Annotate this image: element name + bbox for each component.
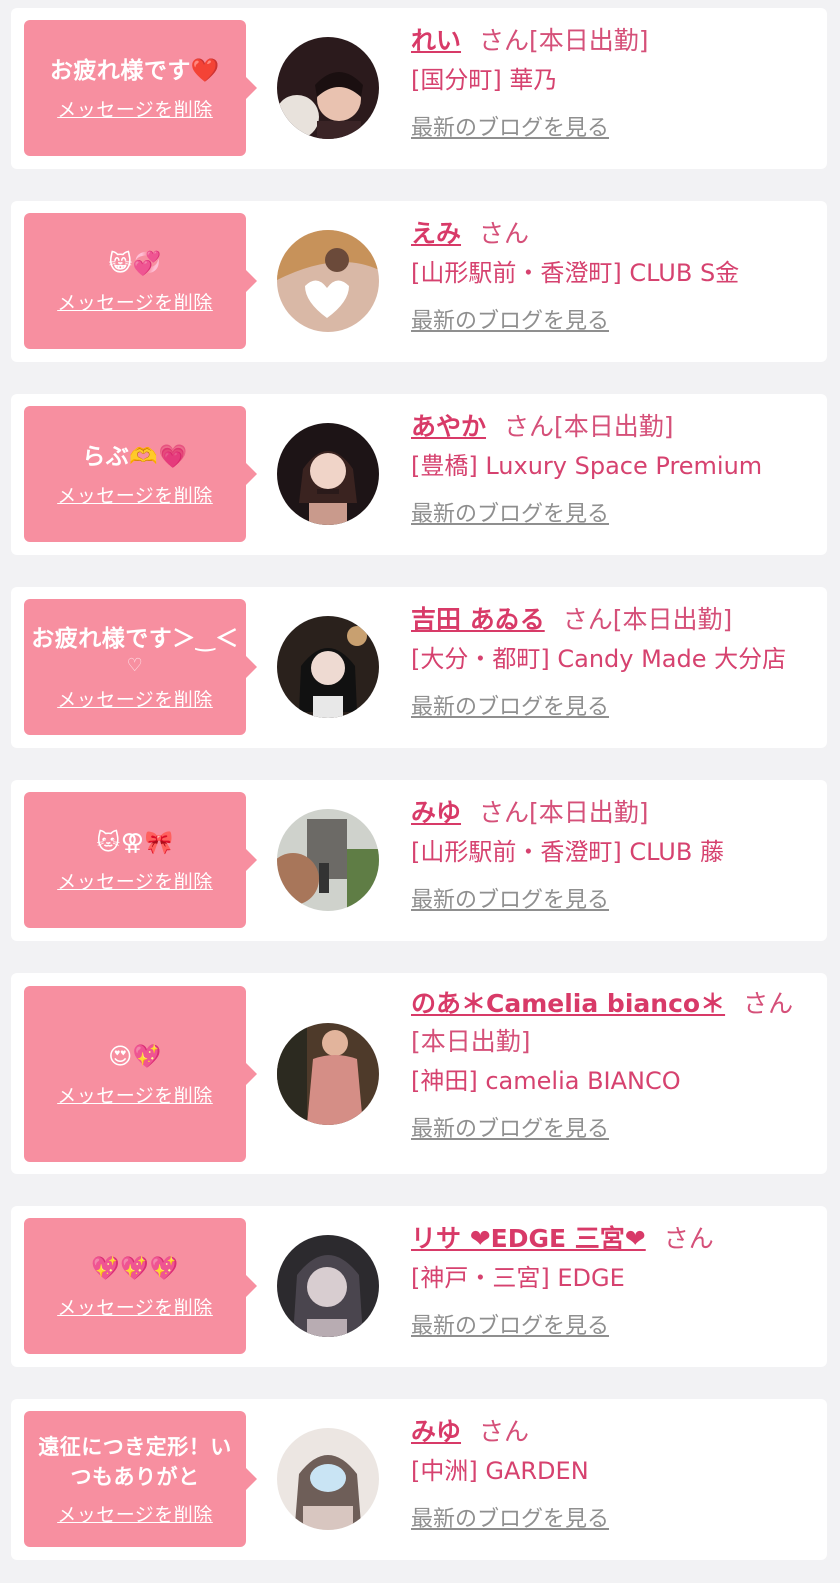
avatar-photo	[277, 1023, 379, 1125]
cast-name-link[interactable]: あやか	[411, 412, 486, 441]
message-card: お疲れ様です＞‿＜ ♡ メッセージを削除 吉田 あゐる さん[本日出勤] [大分・…	[11, 587, 827, 748]
shop-label: [国分町] 華乃	[411, 66, 558, 94]
shop-label: [山形駅前・香澄町] CLUB 藤	[411, 838, 724, 866]
avatar[interactable]	[277, 1023, 379, 1125]
message-text: 🐱⚢🎀	[96, 829, 174, 856]
message-card: 遠征につき定形！いつもありがと メッセージを削除 みゆ さん [中洲] GARDE…	[11, 1399, 827, 1560]
delete-message-link[interactable]: メッセージを削除	[57, 288, 213, 315]
cast-info: みゆ さん [中洲] GARDEN 最新のブログを見る	[411, 1413, 817, 1533]
message-list: お疲れ様です❤️ メッセージを削除 れい さん[本日出勤] [国分町] 華乃 最新…	[0, 0, 840, 1583]
message-card: お疲れ様です❤️ メッセージを削除 れい さん[本日出勤] [国分町] 華乃 最新…	[11, 8, 827, 169]
message-card: らぶ🫶💗 メッセージを削除 あやか さん[本日出勤] [豊橋] Luxury Sp…	[11, 394, 827, 555]
honorific: さん	[479, 1417, 530, 1446]
blog-link[interactable]: 最新のブログを見る	[411, 1111, 609, 1143]
avatar[interactable]	[277, 616, 379, 718]
message-bubble: お疲れ様です❤️ メッセージを削除	[24, 20, 257, 156]
cast-info: れい さん[本日出勤] [国分町] 華乃 最新のブログを見る	[411, 22, 817, 142]
avatar[interactable]	[277, 37, 379, 139]
cast-name-link[interactable]: みゆ	[411, 798, 461, 827]
message-bubble: 🐱⚢🎀 メッセージを削除	[24, 792, 257, 928]
message-card: 😍💖 メッセージを削除 のあ＊Camelia bianco＊ さん [本日出勤] …	[11, 973, 827, 1174]
shop-label: [神田] camelia BIANCO	[411, 1067, 681, 1095]
message-bubble: 😍💖 メッセージを削除	[24, 986, 257, 1162]
honorific: さん	[663, 1224, 714, 1253]
shop-label: [山形駅前・香澄町] CLUB S金	[411, 259, 740, 287]
shop-label: [豊橋] Luxury Space Premium	[411, 452, 763, 480]
honorific: さん	[479, 798, 530, 827]
honorific: さん	[562, 605, 613, 634]
message-text: 😸💞	[108, 250, 162, 277]
message-card: 💖💖💖 メッセージを削除 リサ ❤EDGE 三宮❤ さん [神戸・三宮] EDGE…	[11, 1206, 827, 1367]
delete-message-link[interactable]: メッセージを削除	[57, 95, 213, 122]
blog-link[interactable]: 最新のブログを見る	[411, 496, 609, 528]
cast-name-link[interactable]: のあ＊Camelia bianco＊	[411, 989, 725, 1018]
cast-info: えみ さん [山形駅前・香澄町] CLUB S金 最新のブログを見る	[411, 215, 817, 335]
message-bubble: 😸💞 メッセージを削除	[24, 213, 257, 349]
message-bubble: お疲れ様です＞‿＜ ♡ メッセージを削除	[24, 599, 257, 735]
cast-info: 吉田 あゐる さん[本日出勤] [大分・都町] Candy Made 大分店 最新…	[411, 601, 817, 721]
message-bubble: 💖💖💖 メッセージを削除	[24, 1218, 257, 1354]
cast-name-link[interactable]: 吉田 あゐる	[411, 605, 545, 634]
honorific: さん	[479, 26, 530, 55]
cast-name-link[interactable]: れい	[411, 26, 461, 55]
blog-link[interactable]: 最新のブログを見る	[411, 689, 609, 721]
blog-link[interactable]: 最新のブログを見る	[411, 882, 609, 914]
avatar-photo	[277, 37, 379, 139]
avatar-photo	[277, 1428, 379, 1530]
cast-name-link[interactable]: えみ	[411, 219, 461, 248]
cast-name-link[interactable]: リサ ❤EDGE 三宮❤	[411, 1224, 646, 1253]
message-text: 遠征につき定形！いつもありがと	[38, 1434, 232, 1489]
delete-message-link[interactable]: メッセージを削除	[57, 1293, 213, 1320]
cast-info: リサ ❤EDGE 三宮❤ さん [神戸・三宮] EDGE 最新のブログを見る	[411, 1220, 817, 1340]
avatar-photo	[277, 616, 379, 718]
cast-info: のあ＊Camelia bianco＊ さん [本日出勤] [神田] camelia…	[411, 985, 817, 1143]
shop-label: [中洲] GARDEN	[411, 1457, 589, 1485]
delete-message-link[interactable]: メッセージを削除	[57, 867, 213, 894]
message-card: 😸💞 メッセージを削除 えみ さん [山形駅前・香澄町] CLUB S金 最新のブ…	[11, 201, 827, 362]
avatar[interactable]	[277, 1428, 379, 1530]
message-text: お疲れ様です❤️	[49, 57, 221, 84]
message-text-sub: ♡	[126, 654, 144, 676]
cast-info: あやか さん[本日出勤] [豊橋] Luxury Space Premium 最新…	[411, 408, 817, 528]
shop-label: [大分・都町] Candy Made 大分店	[411, 645, 787, 673]
avatar[interactable]	[277, 423, 379, 525]
avatar[interactable]	[277, 1235, 379, 1337]
status-badge: [本日出勤]	[554, 412, 674, 441]
avatar[interactable]	[277, 230, 379, 332]
cast-name-link[interactable]: みゆ	[411, 1417, 461, 1446]
message-card: 🐱⚢🎀 メッセージを削除 みゆ さん[本日出勤] [山形駅前・香澄町] CLUB …	[11, 780, 827, 941]
message-bubble: 遠征につき定形！いつもありがと メッセージを削除	[24, 1411, 257, 1547]
message-text: らぶ🫶💗	[82, 443, 188, 470]
delete-message-link[interactable]: メッセージを削除	[57, 1500, 213, 1527]
message-text: 💖💖💖	[91, 1255, 179, 1282]
avatar-photo	[277, 230, 379, 332]
honorific: さん	[479, 219, 530, 248]
message-bubble: らぶ🫶💗 メッセージを削除	[24, 406, 257, 542]
shop-label: [神戸・三宮] EDGE	[411, 1264, 625, 1292]
delete-message-link[interactable]: メッセージを削除	[57, 481, 213, 508]
blog-link[interactable]: 最新のブログを見る	[411, 1308, 609, 1340]
honorific: さん	[743, 989, 794, 1018]
status-badge: [本日出勤]	[411, 1027, 531, 1056]
blog-link[interactable]: 最新のブログを見る	[411, 1501, 609, 1533]
delete-message-link[interactable]: メッセージを削除	[57, 1081, 213, 1108]
avatar[interactable]	[277, 809, 379, 911]
honorific: さん	[504, 412, 555, 441]
avatar-photo	[277, 809, 379, 911]
avatar-photo	[277, 423, 379, 525]
status-badge: [本日出勤]	[529, 26, 649, 55]
message-text: お疲れ様です＞‿＜	[31, 625, 239, 652]
blog-link[interactable]: 最新のブログを見る	[411, 303, 609, 335]
status-badge: [本日出勤]	[612, 605, 733, 634]
delete-message-link[interactable]: メッセージを削除	[57, 685, 213, 712]
avatar-photo	[277, 1235, 379, 1337]
blog-link[interactable]: 最新のブログを見る	[411, 110, 609, 142]
message-text: 😍💖	[108, 1043, 162, 1070]
status-badge: [本日出勤]	[529, 798, 649, 827]
cast-info: みゆ さん[本日出勤] [山形駅前・香澄町] CLUB 藤 最新のブログを見る	[411, 794, 817, 914]
